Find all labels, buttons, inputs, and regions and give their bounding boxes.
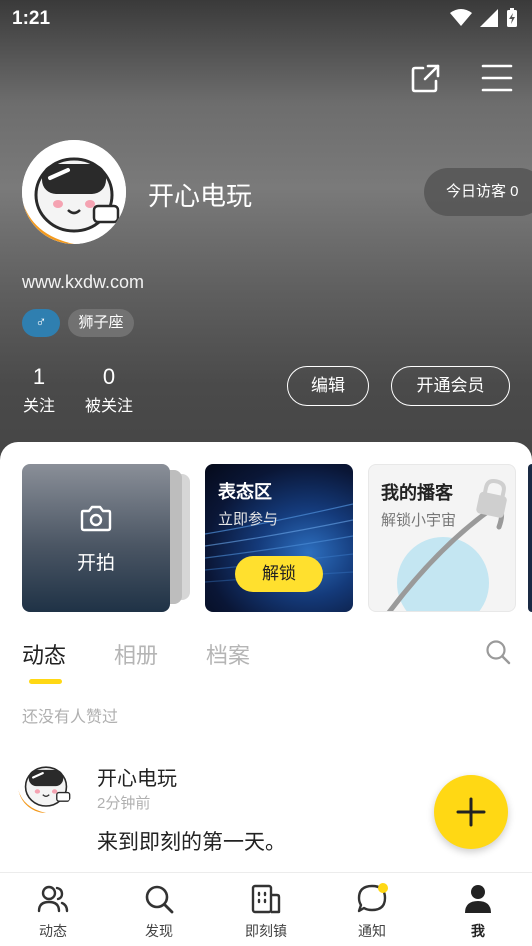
status-bar: 1:21: [0, 0, 532, 36]
post-timestamp: 2分钟前: [97, 795, 151, 812]
share-icon[interactable]: [408, 60, 444, 96]
tab-album[interactable]: 相册: [114, 638, 158, 670]
bottom-nav: 动态 发现 即刻镇 通知 我: [0, 872, 532, 946]
nav-label-discover: 发现: [145, 923, 173, 939]
vip-button[interactable]: 开通会员: [391, 366, 510, 406]
post-content[interactable]: 来到即刻的第一天。: [97, 826, 286, 856]
nav-label-me: 我: [471, 923, 485, 939]
wifi-icon: [450, 9, 472, 26]
attitude-subtitle: 立即参与: [218, 511, 279, 528]
nav-item-discover[interactable]: 发现: [114, 873, 204, 946]
person-icon: [465, 885, 491, 913]
profile-website: www.kxdw.com: [22, 272, 145, 292]
podcast-title: 我的播客: [381, 483, 453, 503]
tab-indicator: [29, 679, 62, 684]
nav-label-town: 即刻镇: [245, 923, 287, 939]
search-icon: [145, 885, 174, 914]
podcast-subtitle: 解锁小宇宙: [381, 512, 457, 529]
tab-dynamic[interactable]: 动态: [22, 638, 66, 670]
next-card-peek[interactable]: [528, 464, 532, 612]
unlock-button[interactable]: 解锁: [235, 556, 323, 592]
battery-icon: [507, 8, 517, 27]
followers-label: 被关注: [84, 398, 133, 415]
visitors-badge[interactable]: 今日访客 0: [424, 168, 532, 216]
plus-icon: [456, 797, 486, 827]
avatar-illustration: [18, 757, 74, 813]
following-count: 1: [32, 364, 46, 389]
following-label: 关注: [22, 398, 55, 415]
camera-icon: [80, 505, 112, 532]
nav-label-notify: 通知: [358, 923, 386, 939]
attitude-title: 表态区: [218, 482, 272, 502]
shoot-label: 开拍: [76, 553, 115, 574]
notification-dot: [378, 883, 388, 893]
following-stat[interactable]: 1 关注: [22, 364, 56, 416]
search-icon[interactable]: [484, 638, 512, 666]
followers-count: 0: [102, 364, 116, 389]
status-icons: [450, 8, 518, 28]
nav-item-me[interactable]: 我: [433, 873, 523, 946]
gender-tag: ♂: [22, 309, 60, 337]
zodiac-tag: 狮子座: [68, 309, 134, 337]
tab-archive[interactable]: 档案: [206, 638, 250, 670]
nav-item-notify[interactable]: 通知: [327, 873, 417, 946]
status-time: 1:21: [12, 8, 51, 29]
lock-icon: [476, 479, 507, 518]
nav-item-dynamic[interactable]: 动态: [8, 873, 98, 946]
post-author-name[interactable]: 开心电玩: [97, 762, 177, 791]
attitude-card[interactable]: 表态区 立即参与 解锁: [205, 464, 353, 612]
no-likes-text: 还没有人赞过: [22, 709, 119, 726]
avatar-illustration: [22, 140, 126, 244]
profile-name: 开心电玩: [148, 181, 253, 211]
nav-label-dynamic: 动态: [39, 923, 67, 939]
edit-button[interactable]: 编辑: [287, 366, 369, 406]
people-icon: [37, 885, 69, 913]
menu-icon[interactable]: [479, 60, 515, 96]
podcast-card[interactable]: 我的播客 解锁小宇宙: [368, 464, 516, 612]
compose-button[interactable]: [434, 775, 508, 849]
followers-stat[interactable]: 0 被关注: [82, 364, 136, 416]
avatar[interactable]: [22, 140, 126, 244]
shoot-card[interactable]: 开拍: [22, 464, 170, 612]
building-icon: [251, 884, 281, 914]
signal-icon: [480, 9, 498, 27]
post-author-avatar[interactable]: [18, 757, 74, 813]
nav-item-town[interactable]: 即刻镇: [221, 873, 311, 946]
